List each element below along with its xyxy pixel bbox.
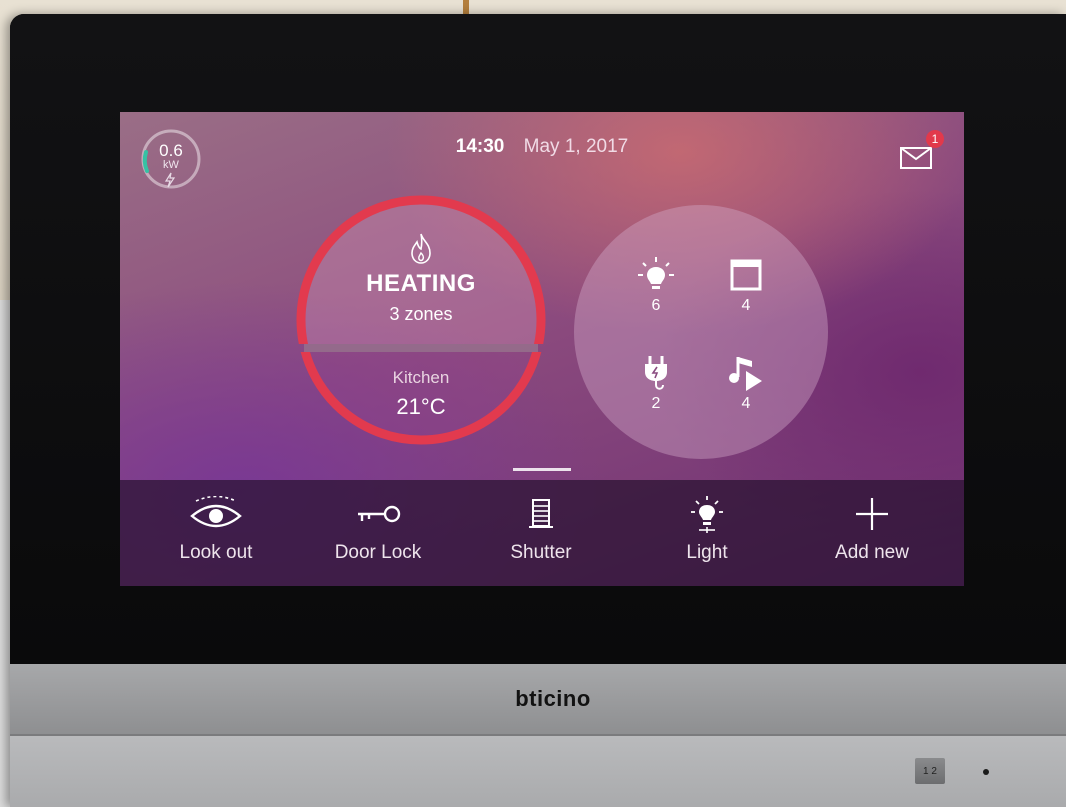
devices-widget[interactable]: 6 4 2 4 — [574, 205, 828, 459]
bolt-icon — [164, 172, 176, 188]
brand-logo: bticino — [515, 686, 591, 711]
time-label: 14:30 — [455, 136, 505, 157]
music-count: 4 — [741, 395, 751, 412]
shortcut-add-new[interactable]: Add new — [790, 480, 954, 586]
light-bulb-icon — [638, 257, 674, 289]
heating-title: HEATING — [366, 270, 476, 297]
intercom-device: 0.6 kW 14:30 May 1, 2017 1 HEATING 3 zon… — [10, 14, 1066, 807]
shortcut-door-lock[interactable]: Door Lock — [296, 480, 460, 586]
heating-widget[interactable]: HEATING 3 zones Kitchen 21°C — [296, 192, 546, 448]
touch-screen: 0.6 kW 14:30 May 1, 2017 1 HEATING 3 zon… — [120, 112, 964, 586]
heating-temperature: 21°C — [396, 394, 446, 419]
plus-icon — [856, 498, 888, 530]
device-brand-bar: bticino — [10, 664, 1066, 734]
music-icon — [729, 357, 762, 391]
shortcut-look-out[interactable]: Look out — [134, 480, 298, 586]
flame-icon — [411, 233, 431, 264]
shutters-count: 4 — [741, 297, 751, 314]
device-plugs[interactable]: 2 — [621, 353, 691, 413]
device-lights[interactable]: 6 — [621, 255, 691, 315]
plugs-count: 2 — [651, 395, 661, 412]
eye-icon — [190, 496, 242, 528]
lights-count: 6 — [651, 297, 661, 314]
device-shutters[interactable]: 4 — [711, 255, 781, 315]
plug-icon — [645, 356, 667, 390]
clock: 14:30 May 1, 2017 — [120, 136, 964, 158]
status-led — [983, 769, 989, 775]
heating-divider — [304, 344, 538, 352]
hardware-button[interactable]: 1 2 — [915, 758, 945, 784]
shortcut-label: Shutter — [510, 542, 572, 563]
device-music[interactable]: 4 — [711, 353, 781, 413]
light-bulb-icon — [691, 496, 723, 533]
key-icon — [358, 505, 401, 523]
date-label: May 1, 2017 — [523, 136, 629, 157]
shortcut-label: Look out — [179, 542, 253, 563]
shutter-icon — [529, 499, 553, 528]
shortcut-label: Light — [686, 542, 728, 563]
shortcut-shutter[interactable]: Shutter — [459, 480, 623, 586]
page-indicator — [513, 468, 571, 471]
shortcut-label: Add new — [835, 542, 909, 563]
shutter-icon — [730, 259, 762, 291]
power-unit: kW — [163, 159, 179, 171]
shortcut-light[interactable]: Light — [625, 480, 789, 586]
notification-badge: 1 — [926, 130, 944, 148]
heating-zones: 3 zones — [389, 304, 453, 324]
device-bottom-panel: 1 2 — [10, 734, 1066, 807]
shortcut-bar: Look out Door Lock Shutter Light Add new — [120, 480, 964, 586]
heating-room: Kitchen — [392, 368, 450, 387]
shortcut-label: Door Lock — [334, 542, 422, 563]
